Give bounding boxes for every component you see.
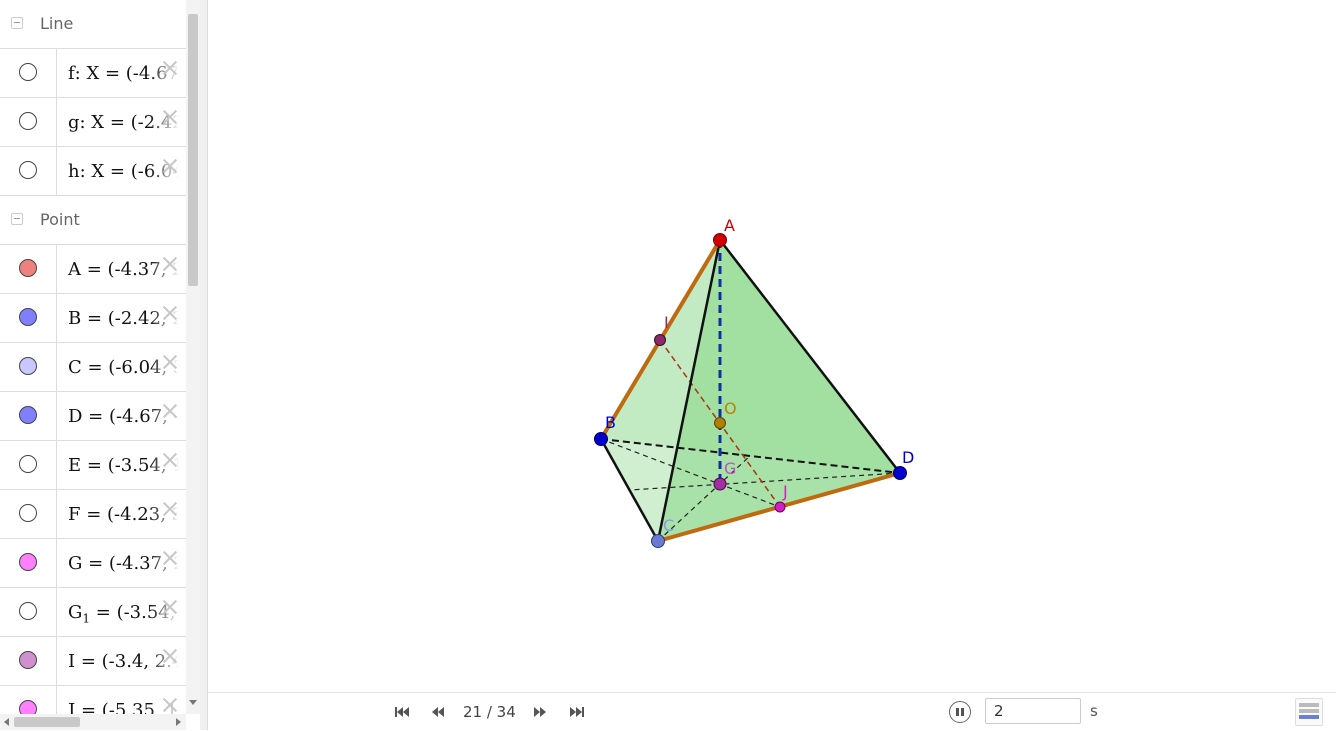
construction-protocol-playbar: 21 / 34 s xyxy=(208,692,1336,731)
visibility-toggle[interactable] xyxy=(19,700,37,714)
visibility-toggle[interactable] xyxy=(19,112,37,130)
algebra-view: Line f: X = (-4.67, -0.93, 0) + λ (0.3, … xyxy=(0,0,200,730)
collapse-icon[interactable] xyxy=(11,17,23,29)
seconds-unit-label: s xyxy=(1090,702,1098,720)
point-C[interactable] xyxy=(651,534,665,548)
visibility-toggle[interactable] xyxy=(19,161,37,179)
first-step-icon[interactable] xyxy=(393,703,411,721)
view-divider[interactable] xyxy=(200,0,208,730)
algebra-item-D[interactable]: D = (-4.67, -0.93, 0) xyxy=(0,392,186,441)
group-header-line[interactable]: Line xyxy=(0,0,186,49)
label-O: O xyxy=(724,399,737,418)
previous-step-icon[interactable] xyxy=(429,703,447,721)
visibility-toggle[interactable] xyxy=(19,63,37,81)
delete-icon[interactable] xyxy=(161,647,179,665)
delete-icon[interactable] xyxy=(161,451,179,469)
algebra-toggle-icon[interactable] xyxy=(1295,698,1323,726)
item-name: G xyxy=(68,602,83,623)
delete-icon[interactable] xyxy=(161,549,179,567)
speed-input[interactable] xyxy=(985,698,1081,724)
delete-icon[interactable] xyxy=(161,402,179,420)
algebra-item-h[interactable]: h: X = (-6.04, 3.06, 0) + λ (1.7, -0.8, … xyxy=(0,147,186,196)
algebra-item-C[interactable]: C = (-6.04, 3.06, 0) xyxy=(0,343,186,392)
algebra-item-B[interactable]: B = (-2.42, 2.54, 0) xyxy=(0,294,186,343)
delete-icon[interactable] xyxy=(161,59,179,77)
visibility-toggle[interactable] xyxy=(19,504,37,522)
horizontal-scrollbar[interactable] xyxy=(0,714,186,730)
scroll-down-icon[interactable] xyxy=(189,700,197,705)
visibility-toggle[interactable] xyxy=(19,553,37,571)
vertical-scrollbar[interactable] xyxy=(186,0,200,714)
label-J: J xyxy=(782,482,788,501)
delete-icon[interactable] xyxy=(161,353,179,371)
visibility-toggle[interactable] xyxy=(19,602,37,620)
point-D[interactable] xyxy=(893,466,907,480)
label-D: D xyxy=(902,448,914,467)
visibility-toggle[interactable] xyxy=(19,455,37,473)
item-subscript: 1 xyxy=(82,611,91,626)
label-B: B xyxy=(605,413,616,432)
scroll-left-icon[interactable] xyxy=(4,718,9,726)
point-O[interactable] xyxy=(714,417,726,429)
visibility-toggle[interactable] xyxy=(19,406,37,424)
delete-icon[interactable] xyxy=(161,696,179,714)
scrollbar-thumb[interactable] xyxy=(14,717,80,727)
label-G: G xyxy=(724,459,736,478)
scrollbar-thumb[interactable] xyxy=(188,14,198,286)
tetrahedron-figure[interactable]: A B C D I O G J xyxy=(208,0,1336,692)
visibility-toggle[interactable] xyxy=(19,259,37,277)
delete-icon[interactable] xyxy=(161,157,179,175)
label-C: C xyxy=(663,516,674,535)
group-header-point[interactable]: Point xyxy=(0,196,186,245)
label-A: A xyxy=(724,216,735,235)
point-I[interactable] xyxy=(654,334,666,346)
algebra-item-I[interactable]: I = (-3.4, 2.47, 1.53) xyxy=(0,637,186,686)
algebra-item-J[interactable]: J = (-5.35, 1.06, 0) xyxy=(0,686,186,714)
algebra-item-f[interactable]: f: X = (-4.67, -0.93, 0) + λ (0.3, 3.7, … xyxy=(0,49,186,98)
graphics-view-3d[interactable]: A B C D I O G J xyxy=(208,0,1336,692)
algebra-item-F[interactable]: F = (-4.23, 3.06, 1.53) xyxy=(0,490,186,539)
delete-icon[interactable] xyxy=(161,108,179,126)
label-I: I xyxy=(664,313,669,332)
delete-icon[interactable] xyxy=(161,304,179,322)
pause-icon[interactable] xyxy=(949,701,971,723)
algebra-item-G[interactable]: G = (-4.37, 2.22, 0) xyxy=(0,539,186,588)
last-step-icon[interactable] xyxy=(568,703,586,721)
group-label: Point xyxy=(40,210,80,229)
point-J[interactable] xyxy=(774,501,786,513)
visibility-toggle[interactable] xyxy=(19,308,37,326)
next-step-icon[interactable] xyxy=(531,703,549,721)
visibility-toggle[interactable] xyxy=(19,651,37,669)
point-G[interactable] xyxy=(713,477,727,491)
delete-icon[interactable] xyxy=(161,500,179,518)
visibility-toggle[interactable] xyxy=(19,357,37,375)
algebra-item-E[interactable]: E = (-3.54, 1.74, 1.53) xyxy=(0,441,186,490)
collapse-icon[interactable] xyxy=(11,213,23,225)
algebra-item-G1[interactable]: G1 = (-3.54, 1.74, 0) xyxy=(0,588,186,637)
scroll-right-icon[interactable] xyxy=(176,718,181,726)
point-A[interactable] xyxy=(713,233,727,247)
algebra-item-A[interactable]: A = (-4.37, 2.22, 3.06) xyxy=(0,245,186,294)
point-B[interactable] xyxy=(594,432,608,446)
delete-icon[interactable] xyxy=(161,598,179,616)
algebra-item-g[interactable]: g: X = (-2.42, 2.54, 0) + λ (-1.7, -1.2,… xyxy=(0,98,186,147)
step-counter: 21 / 34 xyxy=(463,703,516,721)
delete-icon[interactable] xyxy=(161,255,179,273)
group-label: Line xyxy=(40,14,74,33)
